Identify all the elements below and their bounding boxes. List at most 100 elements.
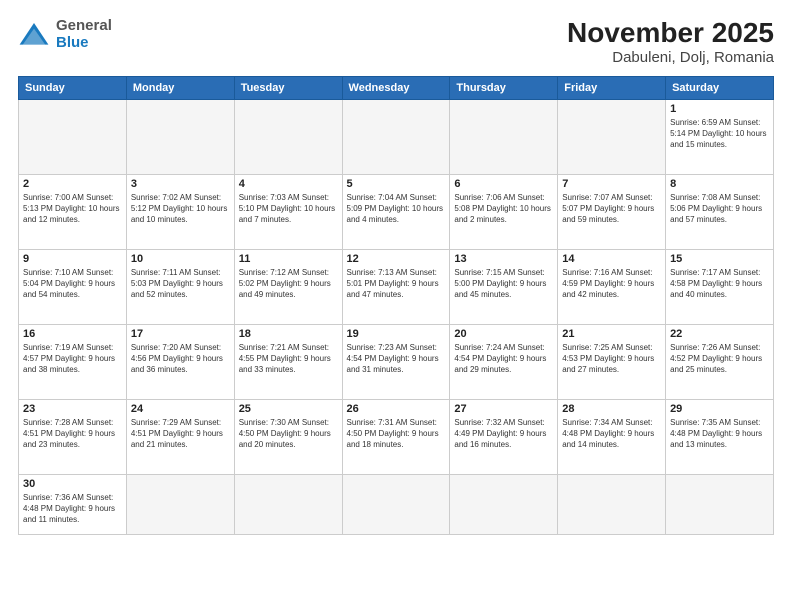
day-number: 8 bbox=[670, 178, 769, 190]
calendar-cell: 6 Sunrise: 7:06 AM Sunset: 5:08 PM Daylig… bbox=[450, 174, 558, 249]
day-number: 17 bbox=[131, 328, 230, 340]
day-info: Sunrise: 7:04 AM Sunset: 5:09 PM Dayligh… bbox=[347, 192, 446, 226]
calendar-cell bbox=[126, 99, 234, 174]
calendar-cell: 25 Sunrise: 7:30 AM Sunset: 4:50 PM Dayli… bbox=[234, 399, 342, 474]
day-info: Sunrise: 7:35 AM Sunset: 4:48 PM Dayligh… bbox=[670, 417, 769, 451]
day-number: 3 bbox=[131, 178, 230, 190]
calendar-cell: 28 Sunrise: 7:34 AM Sunset: 4:48 PM Dayli… bbox=[558, 399, 666, 474]
day-number: 4 bbox=[239, 178, 338, 190]
calendar-cell: 30Sunrise: 7:36 AM Sunset: 4:48 PM Dayli… bbox=[19, 474, 127, 534]
day-info: Sunrise: 6:59 AM Sunset: 5:14 PM Dayligh… bbox=[670, 117, 769, 151]
calendar-cell: 29 Sunrise: 7:35 AM Sunset: 4:48 PM Dayli… bbox=[666, 399, 774, 474]
calendar-cell bbox=[558, 99, 666, 174]
calendar-cell: 20Sunrise: 7:24 AM Sunset: 4:54 PM Dayli… bbox=[450, 324, 558, 399]
day-info: Sunrise: 7:16 AM Sunset: 4:59 PM Dayligh… bbox=[562, 267, 661, 301]
logo-text: General Blue bbox=[56, 18, 112, 51]
day-number: 5 bbox=[347, 178, 446, 190]
day-number: 15 bbox=[670, 253, 769, 265]
calendar-cell: 8Sunrise: 7:08 AM Sunset: 5:06 PM Daylig… bbox=[666, 174, 774, 249]
day-number: 22 bbox=[670, 328, 769, 340]
day-info: Sunrise: 7:15 AM Sunset: 5:00 PM Dayligh… bbox=[454, 267, 553, 301]
day-info: Sunrise: 7:29 AM Sunset: 4:51 PM Dayligh… bbox=[131, 417, 230, 451]
calendar-cell bbox=[342, 474, 450, 534]
calendar-subtitle: Dabuleni, Dolj, Romania bbox=[567, 49, 774, 66]
day-info: Sunrise: 7:21 AM Sunset: 4:55 PM Dayligh… bbox=[239, 342, 338, 376]
calendar-title: November 2025 bbox=[567, 18, 774, 49]
day-number: 24 bbox=[131, 403, 230, 415]
calendar-cell: 12Sunrise: 7:13 AM Sunset: 5:01 PM Dayli… bbox=[342, 249, 450, 324]
logo-general: General bbox=[56, 18, 112, 35]
calendar-cell bbox=[666, 474, 774, 534]
day-number: 9 bbox=[23, 253, 122, 265]
day-number: 27 bbox=[454, 403, 553, 415]
calendar-cell: 17 Sunrise: 7:20 AM Sunset: 4:56 PM Dayli… bbox=[126, 324, 234, 399]
calendar-cell: 15 Sunrise: 7:17 AM Sunset: 4:58 PM Dayli… bbox=[666, 249, 774, 324]
day-number: 26 bbox=[347, 403, 446, 415]
day-number: 11 bbox=[239, 253, 338, 265]
day-number: 10 bbox=[131, 253, 230, 265]
day-info: Sunrise: 7:00 AM Sunset: 5:13 PM Dayligh… bbox=[23, 192, 122, 226]
day-info: Sunrise: 7:23 AM Sunset: 4:54 PM Dayligh… bbox=[347, 342, 446, 376]
calendar-cell: 24 Sunrise: 7:29 AM Sunset: 4:51 PM Dayli… bbox=[126, 399, 234, 474]
day-info: Sunrise: 7:25 AM Sunset: 4:53 PM Dayligh… bbox=[562, 342, 661, 376]
calendar-cell: 2 Sunrise: 7:00 AM Sunset: 5:13 PM Daylig… bbox=[19, 174, 127, 249]
day-info: Sunrise: 7:28 AM Sunset: 4:51 PM Dayligh… bbox=[23, 417, 122, 451]
calendar-cell: 1 Sunrise: 6:59 AM Sunset: 5:14 PM Daylig… bbox=[666, 99, 774, 174]
calendar-cell: 5 Sunrise: 7:04 AM Sunset: 5:09 PM Daylig… bbox=[342, 174, 450, 249]
day-number: 1 bbox=[670, 103, 769, 115]
day-info: Sunrise: 7:26 AM Sunset: 4:52 PM Dayligh… bbox=[670, 342, 769, 376]
day-info: Sunrise: 7:34 AM Sunset: 4:48 PM Dayligh… bbox=[562, 417, 661, 451]
calendar-cell bbox=[558, 474, 666, 534]
calendar-cell: 16 Sunrise: 7:19 AM Sunset: 4:57 PM Dayli… bbox=[19, 324, 127, 399]
day-number: 18 bbox=[239, 328, 338, 340]
day-info: Sunrise: 7:07 AM Sunset: 5:07 PM Dayligh… bbox=[562, 192, 661, 226]
day-info: Sunrise: 7:06 AM Sunset: 5:08 PM Dayligh… bbox=[454, 192, 553, 226]
th-monday: Monday bbox=[126, 76, 234, 99]
day-number: 25 bbox=[239, 403, 338, 415]
day-number: 2 bbox=[23, 178, 122, 190]
calendar-cell: 27 Sunrise: 7:32 AM Sunset: 4:49 PM Dayli… bbox=[450, 399, 558, 474]
day-number: 6 bbox=[454, 178, 553, 190]
calendar-cell bbox=[450, 99, 558, 174]
calendar-cell: 9Sunrise: 7:10 AM Sunset: 5:04 PM Daylig… bbox=[19, 249, 127, 324]
th-tuesday: Tuesday bbox=[234, 76, 342, 99]
calendar-cell: 19 Sunrise: 7:23 AM Sunset: 4:54 PM Dayli… bbox=[342, 324, 450, 399]
calendar-cell bbox=[342, 99, 450, 174]
day-info: Sunrise: 7:32 AM Sunset: 4:49 PM Dayligh… bbox=[454, 417, 553, 451]
day-info: Sunrise: 7:11 AM Sunset: 5:03 PM Dayligh… bbox=[131, 267, 230, 301]
day-info: Sunrise: 7:20 AM Sunset: 4:56 PM Dayligh… bbox=[131, 342, 230, 376]
calendar-cell: 10 Sunrise: 7:11 AM Sunset: 5:03 PM Dayli… bbox=[126, 249, 234, 324]
day-number: 21 bbox=[562, 328, 661, 340]
calendar-cell: 23Sunrise: 7:28 AM Sunset: 4:51 PM Dayli… bbox=[19, 399, 127, 474]
day-number: 7 bbox=[562, 178, 661, 190]
day-info: Sunrise: 7:19 AM Sunset: 4:57 PM Dayligh… bbox=[23, 342, 122, 376]
calendar-cell bbox=[126, 474, 234, 534]
calendar-cell: 7 Sunrise: 7:07 AM Sunset: 5:07 PM Daylig… bbox=[558, 174, 666, 249]
th-saturday: Saturday bbox=[666, 76, 774, 99]
calendar-cell: 14 Sunrise: 7:16 AM Sunset: 4:59 PM Dayli… bbox=[558, 249, 666, 324]
day-number: 19 bbox=[347, 328, 446, 340]
calendar-cell: 22 Sunrise: 7:26 AM Sunset: 4:52 PM Dayli… bbox=[666, 324, 774, 399]
day-info: Sunrise: 7:24 AM Sunset: 4:54 PM Dayligh… bbox=[454, 342, 553, 376]
day-info: Sunrise: 7:30 AM Sunset: 4:50 PM Dayligh… bbox=[239, 417, 338, 451]
day-info: Sunrise: 7:31 AM Sunset: 4:50 PM Dayligh… bbox=[347, 417, 446, 451]
title-area: November 2025 Dabuleni, Dolj, Romania bbox=[567, 18, 774, 66]
calendar-cell bbox=[450, 474, 558, 534]
day-number: 16 bbox=[23, 328, 122, 340]
day-number: 28 bbox=[562, 403, 661, 415]
day-info: Sunrise: 7:03 AM Sunset: 5:10 PM Dayligh… bbox=[239, 192, 338, 226]
calendar-cell: 21 Sunrise: 7:25 AM Sunset: 4:53 PM Dayli… bbox=[558, 324, 666, 399]
calendar-cell bbox=[234, 474, 342, 534]
calendar-cell: 11 Sunrise: 7:12 AM Sunset: 5:02 PM Dayli… bbox=[234, 249, 342, 324]
day-number: 29 bbox=[670, 403, 769, 415]
page: General Blue November 2025 Dabuleni, Dol… bbox=[0, 0, 792, 612]
day-info: Sunrise: 7:17 AM Sunset: 4:58 PM Dayligh… bbox=[670, 267, 769, 301]
day-info: Sunrise: 7:12 AM Sunset: 5:02 PM Dayligh… bbox=[239, 267, 338, 301]
calendar-cell bbox=[19, 99, 127, 174]
calendar-body: 1 Sunrise: 6:59 AM Sunset: 5:14 PM Daylig… bbox=[19, 99, 774, 534]
day-number: 13 bbox=[454, 253, 553, 265]
day-info: Sunrise: 7:02 AM Sunset: 5:12 PM Dayligh… bbox=[131, 192, 230, 226]
th-friday: Friday bbox=[558, 76, 666, 99]
th-sunday: Sunday bbox=[19, 76, 127, 99]
day-number: 14 bbox=[562, 253, 661, 265]
